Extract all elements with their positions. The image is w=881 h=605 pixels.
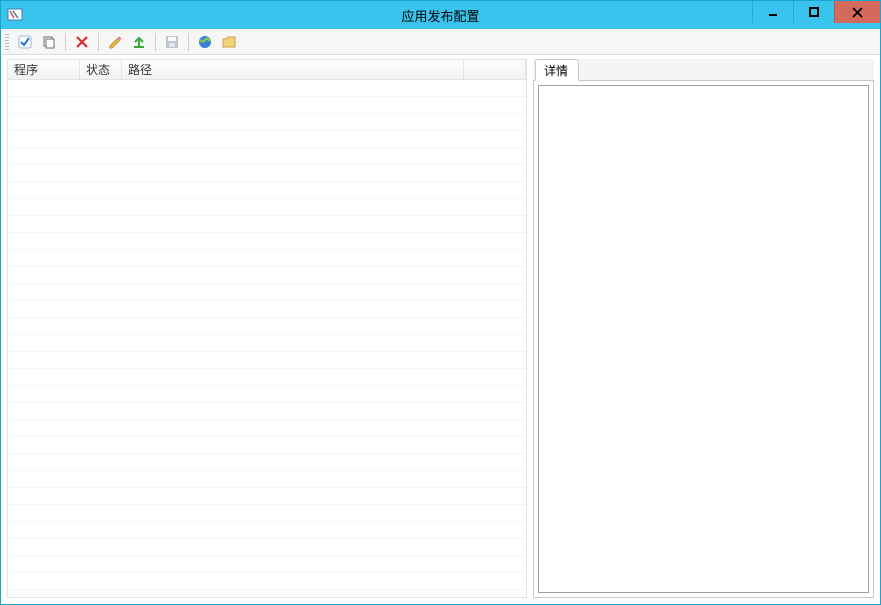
toolbar-check-button[interactable]	[15, 32, 35, 52]
toolbar-separator	[98, 33, 99, 51]
table-row[interactable]	[8, 199, 526, 216]
table-row[interactable]	[8, 318, 526, 335]
table-row[interactable]	[8, 148, 526, 165]
table-row[interactable]	[8, 352, 526, 369]
table-row[interactable]	[8, 216, 526, 233]
table-row[interactable]	[8, 301, 526, 318]
table-row[interactable]	[8, 131, 526, 148]
list-header: 程序 状态 路径	[8, 60, 526, 80]
table-row[interactable]	[8, 522, 526, 539]
table-row[interactable]	[8, 250, 526, 267]
window-title: 应用发布配置	[1, 6, 880, 25]
column-path[interactable]: 路径	[122, 60, 464, 79]
table-row[interactable]	[8, 437, 526, 454]
toolbar-folder-button[interactable]	[219, 32, 239, 52]
toolbar-edit-button[interactable]	[105, 32, 125, 52]
toolbar-separator	[188, 33, 189, 51]
details-wrap: 详情	[533, 59, 874, 598]
table-row[interactable]	[8, 420, 526, 437]
table-row[interactable]	[8, 505, 526, 522]
details-content[interactable]	[538, 85, 869, 593]
toolbar-copy-button[interactable]	[39, 32, 59, 52]
globe-icon	[197, 34, 213, 50]
window-controls	[752, 1, 880, 23]
application-list[interactable]: 程序 状态 路径	[7, 59, 527, 598]
table-row[interactable]	[8, 369, 526, 386]
folder-icon	[221, 34, 237, 50]
table-row[interactable]	[8, 267, 526, 284]
table-row[interactable]	[8, 403, 526, 420]
table-row[interactable]	[8, 386, 526, 403]
export-icon	[131, 34, 147, 50]
toolbar	[1, 29, 880, 55]
column-program[interactable]: 程序	[8, 60, 80, 79]
list-body[interactable]	[8, 80, 526, 597]
list-panel: 程序 状态 路径	[7, 59, 527, 598]
table-row[interactable]	[8, 335, 526, 352]
column-extra[interactable]	[464, 60, 526, 79]
table-row[interactable]	[8, 182, 526, 199]
details-tabstrip: 详情	[533, 59, 874, 81]
toolbar-grip	[5, 34, 9, 50]
copy-icon	[41, 34, 57, 50]
main-area: 程序 状态 路径 详情	[1, 55, 880, 604]
column-status[interactable]: 状态	[80, 60, 122, 79]
edit-icon	[107, 34, 123, 50]
titlebar: 应用发布配置	[1, 1, 880, 29]
toolbar-separator	[155, 33, 156, 51]
table-row[interactable]	[8, 488, 526, 505]
table-row[interactable]	[8, 284, 526, 301]
details-body	[533, 81, 874, 598]
table-row[interactable]	[8, 573, 526, 590]
table-row[interactable]	[8, 590, 526, 597]
delete-icon	[74, 34, 90, 50]
toolbar-export-button[interactable]	[129, 32, 149, 52]
maximize-button[interactable]	[793, 1, 834, 23]
table-row[interactable]	[8, 539, 526, 556]
table-row[interactable]	[8, 114, 526, 131]
close-button[interactable]	[834, 1, 880, 23]
table-row[interactable]	[8, 556, 526, 573]
table-row[interactable]	[8, 471, 526, 488]
table-row[interactable]	[8, 80, 526, 97]
details-panel: 详情	[533, 59, 874, 598]
check-icon	[17, 34, 33, 50]
save-icon	[164, 34, 180, 50]
toolbar-save-button[interactable]	[162, 32, 182, 52]
table-row[interactable]	[8, 454, 526, 471]
toolbar-globe-button[interactable]	[195, 32, 215, 52]
tab-details[interactable]: 详情	[535, 59, 579, 81]
app-icon	[7, 7, 23, 23]
table-row[interactable]	[8, 97, 526, 114]
toolbar-delete-button[interactable]	[72, 32, 92, 52]
minimize-button[interactable]	[752, 1, 793, 23]
table-row[interactable]	[8, 233, 526, 250]
toolbar-separator	[65, 33, 66, 51]
table-row[interactable]	[8, 165, 526, 182]
